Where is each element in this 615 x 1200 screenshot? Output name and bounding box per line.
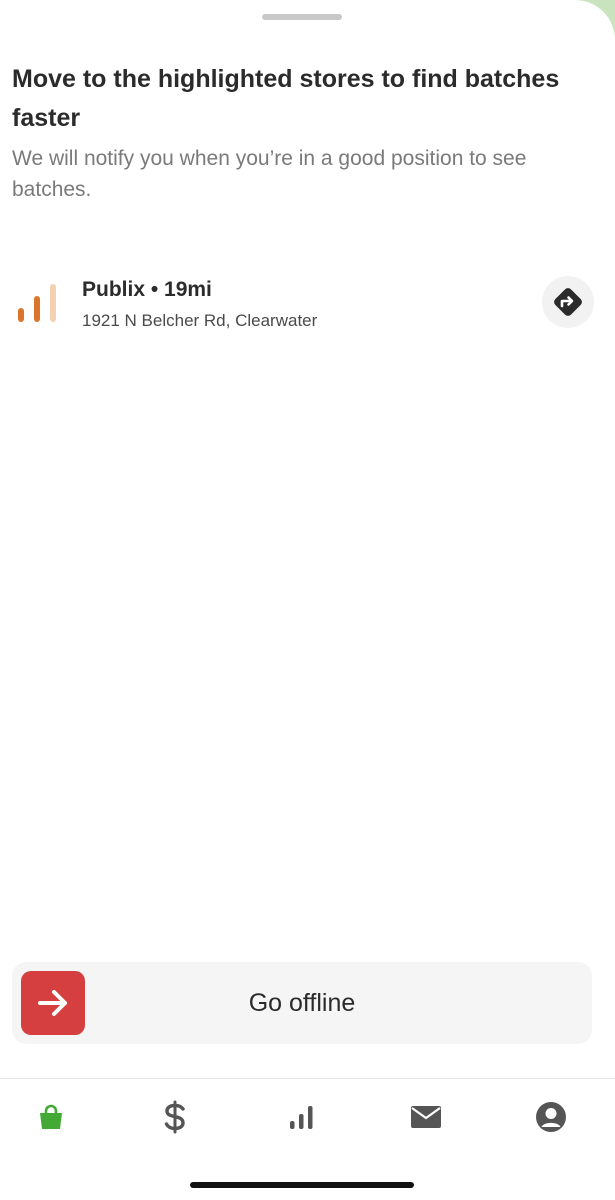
tab-earnings[interactable] (155, 1097, 195, 1137)
go-offline-button[interactable]: Go offline (12, 962, 592, 1044)
stats-icon (290, 1106, 313, 1129)
signal-strength-icon (18, 284, 56, 322)
mail-icon (411, 1106, 441, 1128)
bottom-sheet: Move to the highlighted stores to find b… (0, 0, 615, 1200)
sheet-heading: Move to the highlighted stores to find b… (12, 65, 560, 132)
shopping-bag-icon (40, 1104, 62, 1129)
go-offline-label: Go offline (248, 988, 356, 1017)
tab-stats[interactable] (281, 1097, 321, 1137)
store-name-distance: Publix • 19mi (82, 278, 212, 301)
store-address: 1921 N Belcher Rd, Clearwater (82, 311, 318, 330)
arrow-right-icon (38, 990, 67, 1016)
offline-icon-tile (21, 971, 85, 1035)
tab-account[interactable] (531, 1097, 571, 1137)
home-indicator[interactable] (190, 1182, 414, 1188)
sheet-subheading: We will notify you when you’re in a good… (12, 147, 527, 201)
store-list-item[interactable]: Publix • 19mi 1921 N Belcher Rd, Clearwa… (0, 266, 615, 340)
sheet-grabber[interactable] (262, 14, 342, 20)
account-icon (536, 1102, 566, 1132)
tab-messages[interactable] (406, 1097, 446, 1137)
tab-batches[interactable] (31, 1097, 71, 1137)
directions-icon (554, 288, 582, 316)
directions-button[interactable] (542, 276, 594, 328)
dollar-icon (164, 1100, 185, 1134)
